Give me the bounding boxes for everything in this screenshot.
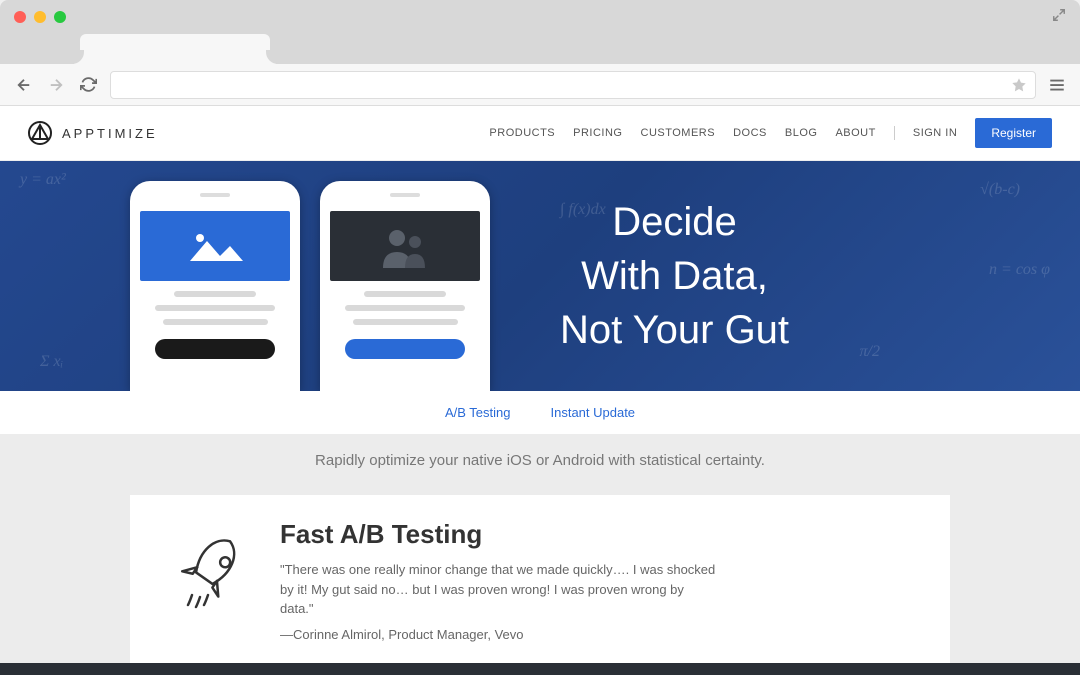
brand[interactable]: APPTIMIZE [28, 121, 158, 145]
feature-card-ab: Fast A/B Testing "There was one really m… [130, 495, 950, 664]
url-input[interactable] [110, 71, 1036, 99]
feature-attribution: —Corinne Almirol, Product Manager, Vevo [280, 625, 720, 645]
expand-icon[interactable] [1052, 8, 1066, 22]
browser-chrome [0, 0, 1080, 106]
minimize-window-button[interactable] [34, 11, 46, 23]
feature-quote: "There was one really minor change that … [280, 560, 720, 619]
site-header: APPTIMIZE PRODUCTS PRICING CUSTOMERS DOC… [0, 106, 1080, 161]
browser-tab[interactable] [80, 34, 270, 64]
brand-logo-icon [28, 121, 52, 145]
page-viewport: APPTIMIZE PRODUCTS PRICING CUSTOMERS DOC… [0, 106, 1080, 675]
maximize-window-button[interactable] [54, 11, 66, 23]
tab-strip [0, 34, 1080, 64]
rocket-icon [170, 525, 250, 615]
feature-body: Fast A/B Testing "There was one really m… [280, 519, 720, 644]
window-titlebar [0, 0, 1080, 34]
bookmark-star-icon[interactable] [1011, 77, 1027, 93]
close-window-button[interactable] [14, 11, 26, 23]
nav-blog[interactable]: BLOG [785, 127, 818, 139]
subnav-instant-update[interactable]: Instant Update [550, 405, 635, 420]
feature-section-onboarding: Improve Onboarding "If you don't nail on… [0, 663, 1080, 675]
nav-pricing[interactable]: PRICING [573, 127, 622, 139]
feature-title: Fast A/B Testing [280, 519, 720, 550]
sub-nav: A/B Testing Instant Update [0, 391, 1080, 434]
nav-signin[interactable]: SIGN IN [913, 127, 957, 139]
tagline: Rapidly optimize your native iOS or Andr… [0, 452, 1080, 469]
nav-products[interactable]: PRODUCTS [489, 127, 555, 139]
register-button[interactable]: Register [975, 118, 1052, 148]
hero-background-formulas: y = ax² ∫ f(x)dx n = cos φ Σ xᵢ √(b-c) π… [0, 161, 1080, 391]
nav-divider [894, 126, 895, 140]
intro-section: Rapidly optimize your native iOS or Andr… [0, 434, 1080, 664]
hero-banner: y = ax² ∫ f(x)dx n = cos φ Σ xᵢ √(b-c) π… [0, 161, 1080, 391]
browser-toolbar [0, 64, 1080, 106]
nav-docs[interactable]: DOCS [733, 127, 767, 139]
reload-button[interactable] [78, 75, 98, 95]
traffic-lights [14, 11, 66, 23]
site-nav: PRODUCTS PRICING CUSTOMERS DOCS BLOG ABO… [489, 118, 1052, 148]
brand-name: APPTIMIZE [62, 126, 158, 141]
subnav-ab-testing[interactable]: A/B Testing [445, 405, 511, 420]
forward-button[interactable] [46, 75, 66, 95]
nav-customers[interactable]: CUSTOMERS [641, 127, 716, 139]
back-button[interactable] [14, 75, 34, 95]
nav-about[interactable]: ABOUT [835, 127, 875, 139]
hamburger-menu-button[interactable] [1048, 76, 1066, 94]
